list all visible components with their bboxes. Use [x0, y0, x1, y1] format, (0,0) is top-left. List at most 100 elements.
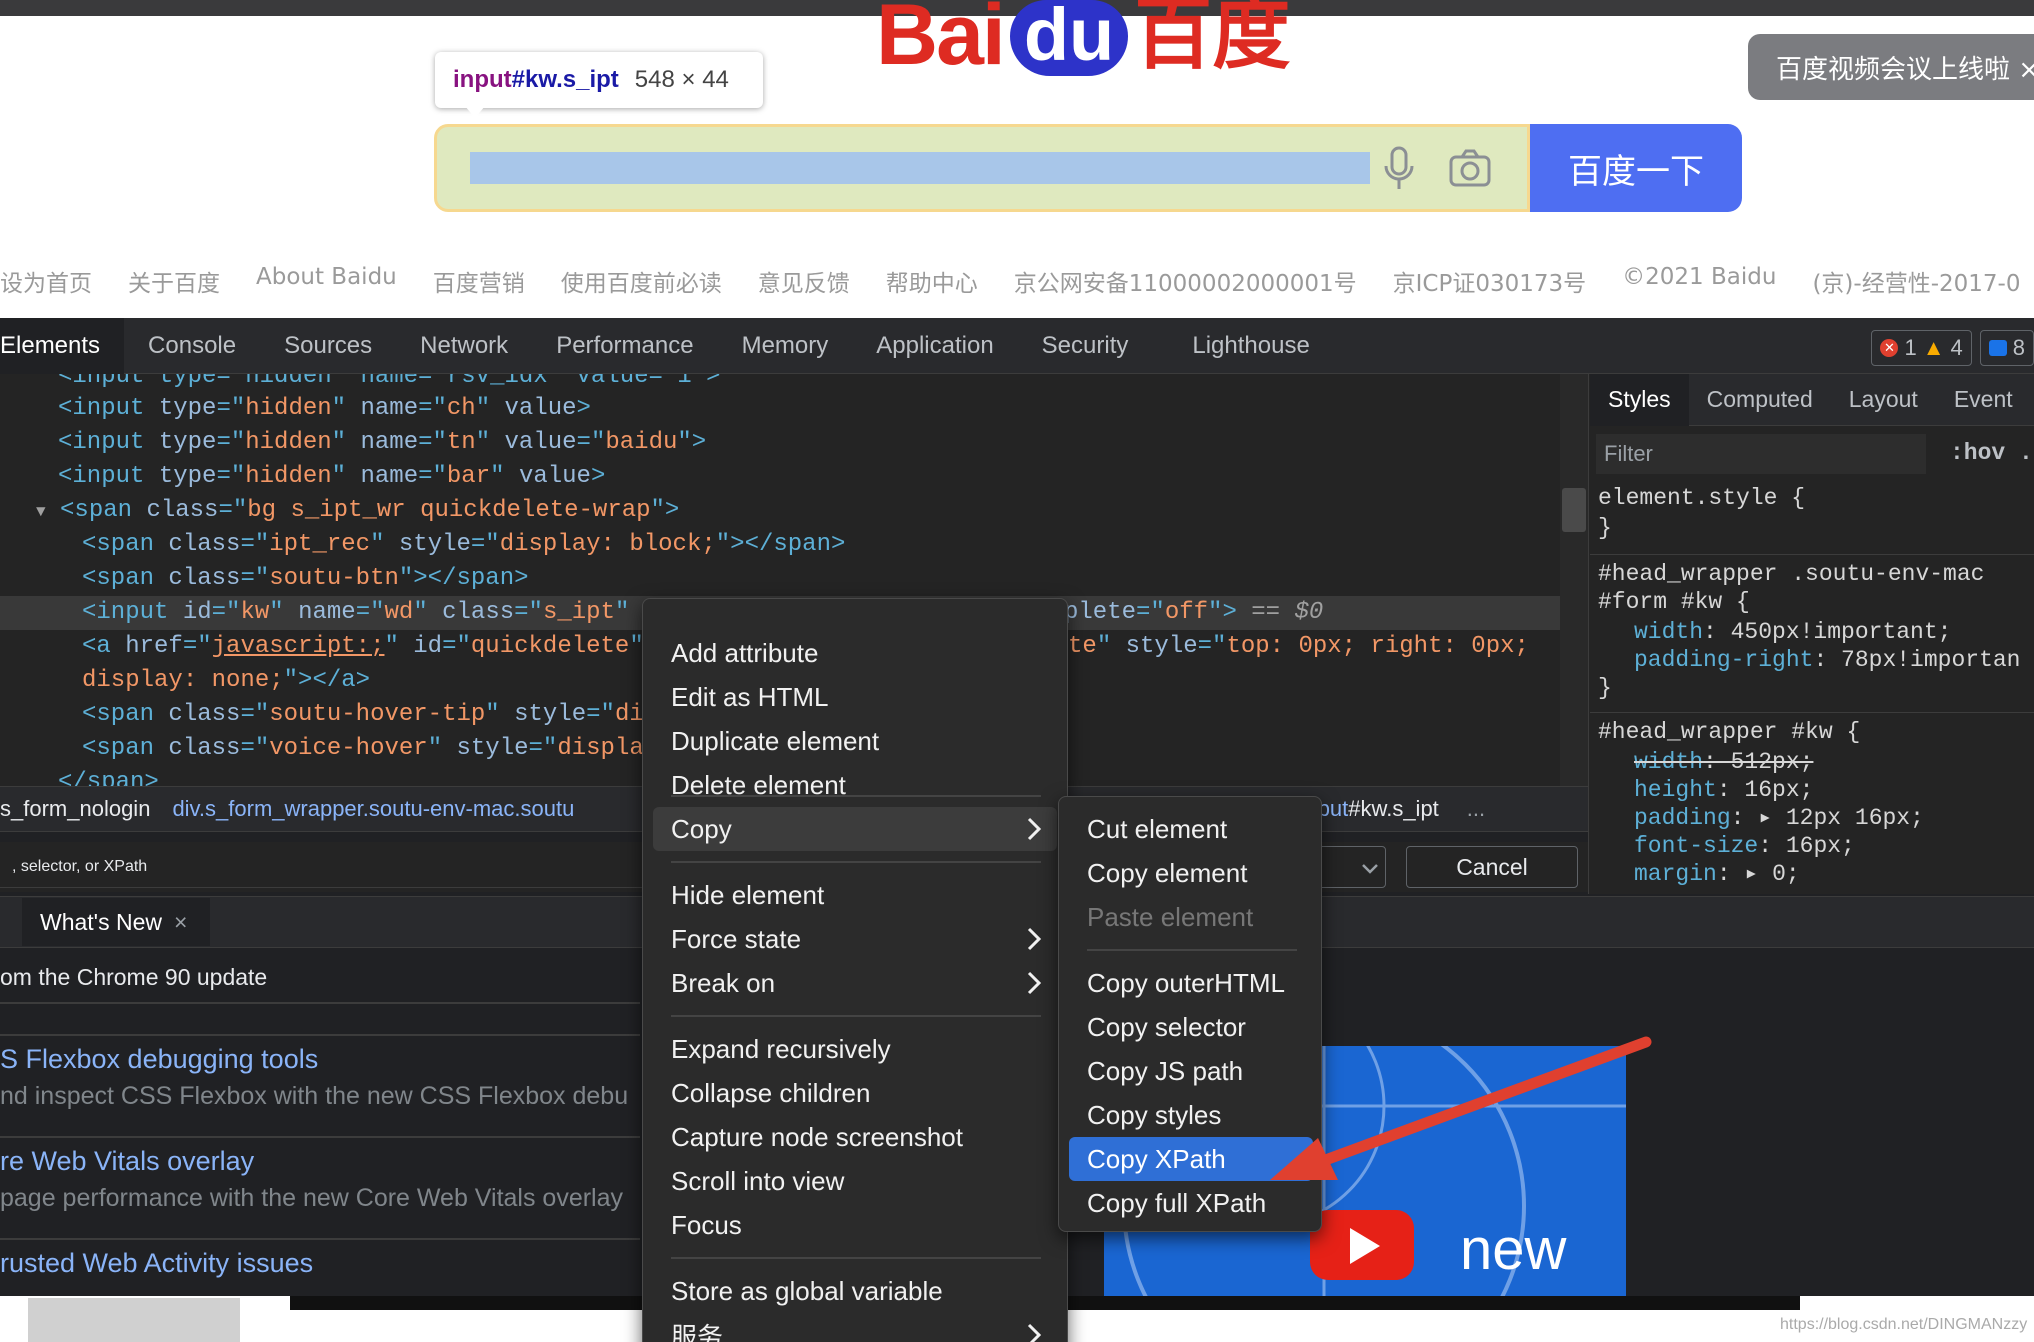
menu-item-copy-outerhtml[interactable]: Copy outerHTML — [1059, 961, 1321, 1005]
style-declaration[interactable]: padding: ▸ 12px 16px; — [1634, 804, 1924, 832]
devtools-tabbar: Elements Console Sources Network Perform… — [0, 317, 2034, 374]
footer-link[interactable]: 百度营销 — [433, 264, 525, 298]
tab-computed[interactable]: Computed — [1689, 374, 1831, 426]
dom-line[interactable]: <span class="voice-hover" style="displa — [82, 732, 644, 766]
style-rule-selector[interactable]: #head_wrapper #kw { — [1598, 718, 1860, 746]
close-icon[interactable]: × — [174, 909, 187, 936]
tab-lighthouse[interactable]: Lighthouse — [1152, 318, 1333, 374]
style-declaration[interactable]: padding-right: 78px!importan — [1634, 646, 2020, 674]
footer-link[interactable]: 京ICP证030173号 — [1393, 264, 1587, 298]
style-rule-selector[interactable]: #head_wrapper .soutu-env-mac — [1598, 560, 1984, 588]
dom-line-selected-start[interactable]: <input id="kw" name="wd" class="s_ipt" — [82, 596, 629, 630]
menu-item-store-as-global-variable[interactable]: Store as global variable — [643, 1269, 1067, 1313]
dom-line-cont[interactable]: te" style="top: 0px; right: 0px; — [1068, 630, 1529, 664]
camera-icon[interactable] — [1448, 148, 1492, 188]
tab-elements[interactable]: Elements — [0, 317, 125, 374]
menu-item-break-on[interactable]: Break on — [643, 961, 1067, 1005]
menu-separator — [671, 1257, 1041, 1259]
dom-line[interactable]: <input type="hidden" name="bar" value> — [58, 460, 605, 494]
tab-performance[interactable]: Performance — [532, 318, 717, 374]
breadcrumb-more[interactable]: ... — [1467, 796, 1485, 822]
tab-whats-new[interactable]: What's New × — [22, 898, 210, 946]
issue-badges: ✕ 1 ▲ 4 8 — [1871, 330, 2034, 366]
baidu-logo[interactable]: Bai du 百度 — [876, 0, 1291, 83]
menu-item-force-state[interactable]: Force state — [643, 917, 1067, 961]
messages-badge[interactable]: 8 — [1979, 330, 2034, 366]
dom-tree-scroll-thumb[interactable] — [1562, 488, 1586, 532]
message-count: 8 — [2012, 335, 2025, 360]
dom-line[interactable]: <input type="hidden" name="tn" value="ba… — [58, 426, 706, 460]
dom-line[interactable]: <span class="soutu-btn"></span> — [82, 562, 529, 596]
menu-item-delete-element[interactable]: Delete element — [643, 763, 1067, 807]
dom-line[interactable]: ▼ <span class="bg s_ipt_wr quickdelete-w… — [36, 494, 679, 528]
footer-link[interactable]: (京)-经营性-2017-0 — [1812, 264, 2020, 298]
menu-item-focus[interactable]: Focus — [643, 1203, 1067, 1247]
dom-line[interactable]: <input type="hidden" name="rsv_idx" valu… — [58, 374, 721, 394]
breadcrumb-item[interactable]: s_form_nologin — [0, 796, 150, 822]
find-input[interactable]: , selector, or XPath — [0, 846, 660, 888]
whats-new-item-title[interactable]: rusted Web Activity issues — [0, 1248, 313, 1279]
menu-item-edit-as-html[interactable]: Edit as HTML — [643, 675, 1067, 719]
menu-item-hide-element[interactable]: Hide element — [643, 873, 1067, 917]
style-declaration[interactable]: height: 16px; — [1634, 776, 1813, 804]
whats-new-item-title[interactable]: S Flexbox debugging tools — [0, 1044, 318, 1075]
logo-bai: Bai — [876, 0, 1006, 83]
tooltip-id: #kw.s_ipt — [511, 66, 619, 93]
search-button[interactable]: 百度一下 — [1530, 124, 1742, 212]
style-declaration[interactable]: width: 450px!important; — [1634, 618, 1951, 646]
footer-link[interactable]: 设为首页 — [0, 264, 92, 298]
tab-styles[interactable]: Styles — [1590, 373, 1689, 426]
promo-banner[interactable]: 百度视频会议上线啦 × — [1748, 34, 2034, 100]
footer-link[interactable]: 使用百度前必读 — [561, 264, 722, 298]
menu-item-copy[interactable]: Copy — [643, 807, 1067, 851]
tab-application[interactable]: Application — [852, 318, 1017, 374]
dom-line-selected-end[interactable]: plete="off"> == $0 — [1064, 596, 1323, 630]
footer-link[interactable]: 京公网安备11000002000001号 — [1014, 264, 1357, 298]
tab-sources[interactable]: Sources — [260, 318, 396, 374]
footer-link[interactable]: 意见反馈 — [758, 264, 850, 298]
style-declaration[interactable]: font-size: 16px; — [1634, 832, 1855, 860]
baidu-page: Bai du 百度 百度一下 百度视频会议上线啦 × 设为首页 关于百度 Abo… — [0, 0, 2034, 318]
menu-item-copy-element[interactable]: Copy element — [1059, 851, 1321, 895]
footer-link[interactable]: About Baidu — [256, 264, 397, 298]
footer-link[interactable]: 帮助中心 — [886, 264, 978, 298]
menu-item-scroll-into-view[interactable]: Scroll into view — [643, 1159, 1067, 1203]
cancel-button[interactable]: Cancel — [1406, 846, 1578, 888]
whats-new-item-title[interactable]: re Web Vitals overlay — [0, 1146, 254, 1177]
tab-security[interactable]: Security — [1018, 318, 1153, 374]
dom-line[interactable]: </span> — [58, 766, 159, 786]
breadcrumb-item[interactable]: div.s_form_wrapper.soutu-env-mac.soutu — [172, 796, 574, 822]
tab-event-listeners[interactable]: Event — [1936, 374, 2031, 426]
dom-line[interactable]: <span class="ipt_rec" style="display: bl… — [82, 528, 845, 562]
menu-item-capture-node-screenshot[interactable]: Capture node screenshot — [643, 1115, 1067, 1159]
tab-layout[interactable]: Layout — [1831, 374, 1936, 426]
menu-item-cut-element[interactable]: Cut element — [1059, 807, 1321, 851]
style-declaration-overridden[interactable]: width: 512px; — [1634, 748, 1813, 776]
chevron-down-icon[interactable] — [1359, 857, 1381, 879]
error-warning-badge[interactable]: ✕ 1 ▲ 4 — [1871, 330, 1972, 366]
dom-line[interactable]: display: none;"></a> — [82, 664, 370, 698]
dom-line[interactable]: <input type="hidden" name="ch" value> — [58, 392, 591, 426]
menu-item-expand-recursively[interactable]: Expand recursively — [643, 1027, 1067, 1071]
element-inspect-tooltip: input#kw.s_ipt 548 × 44 — [435, 52, 763, 118]
styles-filter-input[interactable]: Filter — [1596, 434, 1926, 474]
menu-item-duplicate-element[interactable]: Duplicate element — [643, 719, 1067, 763]
menu-item-add-attribute[interactable]: Add attribute — [643, 631, 1067, 675]
menu-item-collapse-children[interactable]: Collapse children — [643, 1071, 1067, 1115]
style-rule-selector[interactable]: #form #kw { — [1598, 588, 1750, 616]
style-declaration[interactable]: margin: ▸ 0; — [1634, 860, 1800, 888]
tab-console[interactable]: Console — [124, 318, 260, 374]
logo-chinese: 百度 — [1134, 0, 1291, 80]
microphone-icon[interactable] — [1382, 146, 1416, 192]
tab-memory[interactable]: Memory — [718, 318, 853, 374]
tab-network[interactable]: Network — [396, 318, 532, 374]
dom-line[interactable]: <span class="soutu-hover-tip" style="di — [82, 698, 644, 732]
dom-line[interactable]: <a href="javascript:;" id="quickdelete" — [82, 630, 644, 664]
footer-link[interactable]: 关于百度 — [128, 264, 220, 298]
hov-toggle[interactable]: :hov . — [1950, 440, 2033, 466]
menu-item-services[interactable]: 服务 — [643, 1313, 1067, 1342]
dom-tree-scrollbar[interactable] — [1560, 374, 1588, 786]
message-icon — [1988, 340, 2007, 356]
style-rule-selector[interactable]: element.style { — [1598, 484, 1805, 512]
find-nav-buttons[interactable] — [1318, 846, 1386, 888]
